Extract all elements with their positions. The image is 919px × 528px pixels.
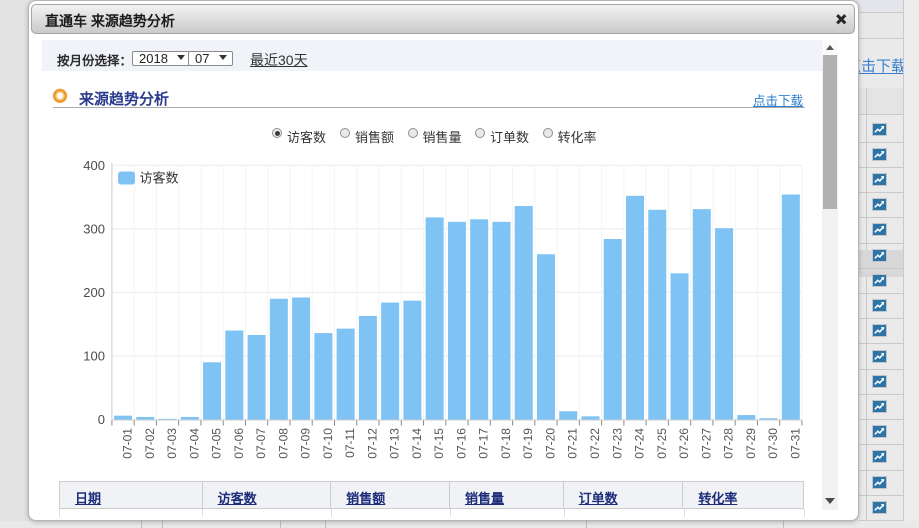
svg-text:07-06: 07-06 (232, 428, 246, 459)
svg-text:07-23: 07-23 (610, 428, 624, 459)
svg-text:07-17: 07-17 (477, 428, 491, 459)
svg-text:07-25: 07-25 (655, 428, 669, 459)
svg-text:0: 0 (98, 412, 105, 427)
svg-text:访客数: 访客数 (140, 171, 179, 186)
svg-text:07-27: 07-27 (699, 428, 713, 459)
svg-text:07-21: 07-21 (566, 428, 580, 459)
svg-text:07-12: 07-12 (365, 428, 379, 459)
svg-text:07-09: 07-09 (299, 428, 313, 459)
svg-text:07-24: 07-24 (633, 428, 647, 459)
svg-text:07-13: 07-13 (388, 428, 402, 459)
svg-text:07-29: 07-29 (744, 428, 758, 459)
svg-text:07-19: 07-19 (521, 428, 535, 459)
svg-text:07-03: 07-03 (165, 428, 179, 459)
svg-text:200: 200 (83, 285, 105, 300)
svg-text:07-31: 07-31 (788, 428, 802, 459)
svg-text:07-18: 07-18 (499, 428, 513, 459)
svg-text:300: 300 (83, 221, 105, 236)
svg-text:07-11: 07-11 (343, 428, 357, 458)
svg-text:07-20: 07-20 (543, 428, 557, 459)
svg-text:07-26: 07-26 (677, 428, 691, 459)
svg-text:07-22: 07-22 (588, 428, 602, 459)
svg-text:07-16: 07-16 (454, 428, 468, 459)
svg-text:07-08: 07-08 (276, 428, 290, 459)
svg-text:07-15: 07-15 (432, 428, 446, 459)
svg-text:07-07: 07-07 (254, 428, 268, 459)
svg-text:07-14: 07-14 (410, 428, 424, 459)
svg-text:07-30: 07-30 (766, 428, 780, 459)
svg-text:07-02: 07-02 (143, 428, 157, 459)
svg-text:400: 400 (83, 158, 105, 173)
svg-text:07-01: 07-01 (121, 428, 135, 459)
svg-text:07-10: 07-10 (321, 428, 335, 459)
svg-text:100: 100 (83, 349, 105, 364)
svg-text:07-05: 07-05 (210, 428, 224, 459)
svg-text:07-28: 07-28 (722, 428, 736, 459)
svg-text:07-04: 07-04 (187, 428, 201, 459)
